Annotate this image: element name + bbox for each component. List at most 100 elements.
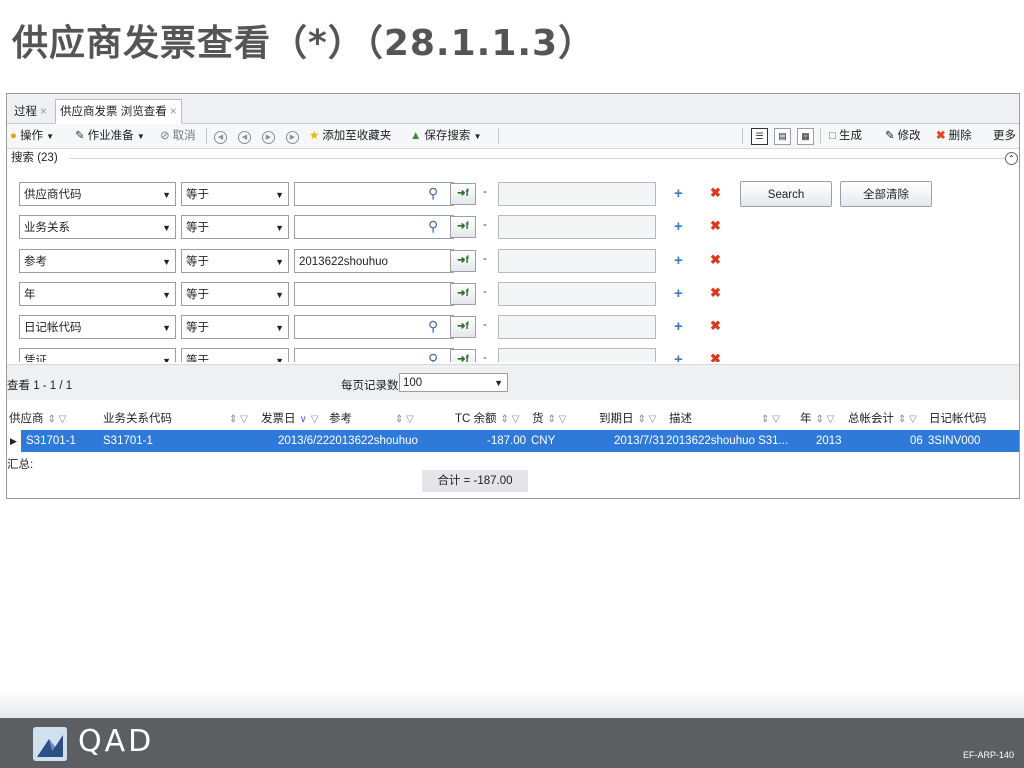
range-end-input[interactable] (498, 249, 656, 273)
operator-select[interactable]: 等于 ▼ (181, 215, 289, 239)
col-business-relation[interactable]: 业务关系代码 (103, 408, 172, 430)
toolbar-separator (206, 128, 207, 144)
prep-menu[interactable]: ✎ 作业准备 ▼ (75, 128, 145, 144)
add-criteria-icon[interactable]: + (674, 252, 683, 269)
range-end-input[interactable] (498, 282, 656, 306)
lookup-icon[interactable]: ⚲ (428, 351, 438, 362)
modify-button[interactable]: ✎ 修改 (885, 128, 921, 144)
range-end-input[interactable] (498, 182, 656, 206)
cell-reference: 2013622shouhuo (329, 435, 418, 447)
sort-filter-icon[interactable]: ⇕ ▽ (48, 414, 67, 425)
sort-filter-icon[interactable]: ⇕ ▽ (391, 408, 414, 431)
grid-view-icon[interactable]: ▦ (797, 128, 814, 145)
operator-select[interactable]: 等于 ▼ (181, 348, 289, 362)
range-end-input[interactable] (498, 348, 656, 362)
operator-select[interactable]: 等于 ▼ (181, 182, 289, 206)
value-input[interactable]: 2013622shouhuo (294, 249, 454, 273)
filter-icon[interactable]: ▽ (311, 414, 319, 425)
sort-filter-icon[interactable]: ⇕ ▽ (548, 414, 567, 425)
function-button[interactable]: ➜f (450, 316, 476, 338)
lookup-icon[interactable]: ⚲ (428, 318, 438, 335)
col-year[interactable]: 年 ⇕ ▽ (800, 408, 834, 431)
col-description[interactable]: 描述 (669, 408, 692, 430)
add-criteria-icon[interactable]: + (674, 285, 683, 302)
cancel-button[interactable]: ⊘ 取消 (160, 128, 196, 144)
function-button[interactable]: ➜f (450, 283, 476, 305)
actions-menu[interactable]: ● 操作 ▼ (10, 128, 54, 144)
detail-view-icon[interactable]: ▤ (774, 128, 791, 145)
field-value: 年 (24, 289, 36, 301)
operator-select[interactable]: 等于 ▼ (181, 249, 289, 273)
sort-filter-icon[interactable]: ⇕ ▽ (225, 408, 248, 431)
field-select[interactable]: 供应商代码 ▼ (19, 182, 176, 206)
list-view-icon[interactable]: ☰ (751, 128, 768, 145)
sort-filter-icon[interactable]: ⇕ ▽ (638, 414, 657, 425)
sort-desc-icon[interactable]: ∨ (300, 414, 307, 425)
add-criteria-icon[interactable]: + (674, 351, 683, 362)
col-reference[interactable]: 参考 (329, 408, 352, 430)
function-button[interactable]: ➜f (450, 250, 476, 272)
range-end-input[interactable] (498, 315, 656, 339)
col-invoice-date[interactable]: 发票日 ∨ ▽ (261, 408, 319, 431)
prev-record-button[interactable]: ◀ (238, 128, 251, 144)
range-end-input[interactable] (498, 215, 656, 239)
save-search-menu[interactable]: ▲ 保存搜索 ▼ (410, 128, 482, 144)
sort-filter-icon[interactable]: ⇕ ▽ (816, 414, 835, 425)
add-criteria-icon[interactable]: + (674, 185, 683, 202)
summary-label: 汇总: (7, 459, 34, 471)
add-favorites-button[interactable]: ★ 添加至收藏夹 (309, 128, 391, 144)
table-row[interactable]: ▶ S31701-1 S31701-1 2013/6/22 2013622sho… (7, 430, 1019, 452)
range-dash: - (483, 319, 487, 331)
remove-criteria-icon[interactable]: ✖ (710, 351, 721, 362)
per-page-select[interactable]: 100 ▼ (399, 373, 508, 392)
generate-button[interactable]: □ 生成 (829, 128, 862, 144)
col-due-date[interactable]: 到期日 ⇕ ▽ (599, 408, 656, 431)
next-record-button[interactable]: ▶ (262, 128, 275, 144)
chevron-down-icon: ▼ (162, 257, 171, 267)
function-button[interactable]: ➜f (450, 216, 476, 238)
function-button[interactable]: ➜f (450, 349, 476, 362)
lookup-icon[interactable]: ⚲ (428, 185, 438, 202)
field-select[interactable]: 年 ▼ (19, 282, 176, 306)
col-journal-code[interactable]: 日记帐代码 (929, 408, 987, 430)
favorites-label: 添加至收藏夹 (322, 130, 392, 142)
pen-icon: ✎ (75, 130, 85, 142)
sort-filter-icon[interactable]: ⇕ ▽ (898, 414, 917, 425)
first-record-button[interactable]: ◀ (214, 128, 227, 144)
field-select[interactable]: 日记帐代码 ▼ (19, 315, 176, 339)
criteria-row: 日记帐代码 ▼ 等于 ▼ ⚲ ➜f - + ✖ (7, 315, 1017, 341)
operator-select[interactable]: 等于 ▼ (181, 282, 289, 306)
field-select[interactable]: 凭证 ▼ (19, 348, 176, 362)
operator-select[interactable]: 等于 ▼ (181, 315, 289, 339)
add-criteria-icon[interactable]: + (674, 218, 683, 235)
tab-process[interactable]: 过程 × (9, 99, 52, 124)
remove-criteria-icon[interactable]: ✖ (710, 285, 721, 301)
sort-filter-icon[interactable]: ⇕ ▽ (501, 414, 520, 425)
tab-supplier-invoice-view[interactable]: 供应商发票 浏览查看 × (55, 99, 182, 124)
close-icon[interactable]: × (170, 104, 177, 118)
delete-button[interactable]: ✖ 删除 (936, 128, 972, 144)
value-input[interactable] (294, 282, 454, 306)
col-gl-period[interactable]: 总帐会计 ⇕ ▽ (848, 408, 917, 431)
remove-criteria-icon[interactable]: ✖ (710, 252, 721, 268)
remove-criteria-icon[interactable]: ✖ (710, 318, 721, 334)
close-icon[interactable]: × (40, 104, 47, 118)
field-value: 供应商代码 (24, 189, 82, 201)
add-criteria-icon[interactable]: + (674, 318, 683, 335)
col-label: 总帐会计 (848, 413, 894, 425)
col-tc-balance[interactable]: TC 余额 ⇕ ▽ (455, 408, 519, 431)
more-menu[interactable]: 更多 (993, 128, 1016, 144)
total-cell: 合计 = -187.00 (422, 470, 528, 492)
col-supplier[interactable]: 供应商 ⇕ ▽ (9, 408, 66, 431)
remove-criteria-icon[interactable]: ✖ (710, 185, 721, 201)
field-select[interactable]: 业务关系 ▼ (19, 215, 176, 239)
lookup-icon[interactable]: ⚲ (428, 218, 438, 235)
sort-filter-icon[interactable]: ⇕ ▽ (757, 408, 780, 431)
remove-criteria-icon[interactable]: ✖ (710, 218, 721, 234)
function-button[interactable]: ➜f (450, 183, 476, 205)
last-record-button[interactable]: ▶ (286, 128, 299, 144)
field-select[interactable]: 参考 ▼ (19, 249, 176, 273)
collapse-icon[interactable]: ⌃ (1005, 152, 1018, 165)
row-indicator-icon: ▶ (10, 436, 17, 446)
col-currency[interactable]: 货 ⇕ ▽ (532, 408, 566, 431)
